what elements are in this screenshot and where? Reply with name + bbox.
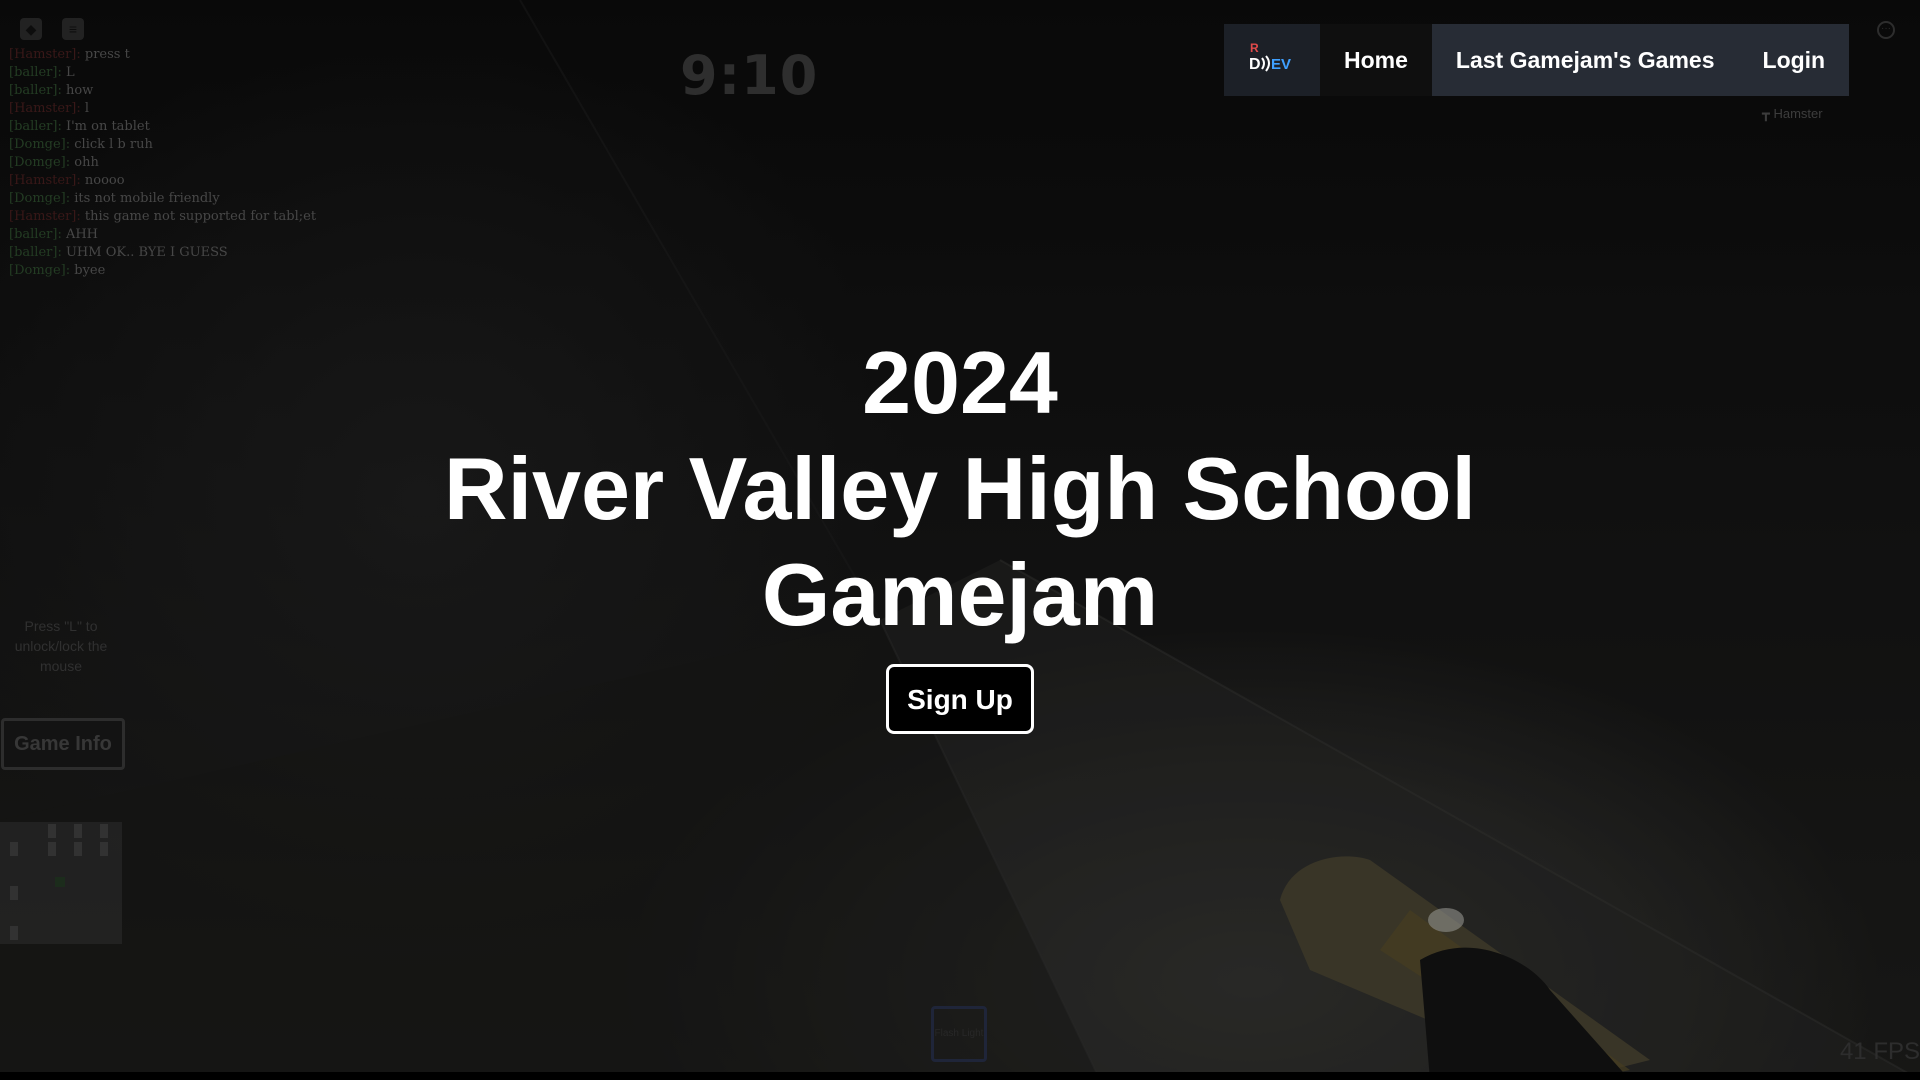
hero-title-line1: River Valley High School [444, 439, 1476, 538]
site-logo[interactable]: R D EV [1224, 24, 1320, 96]
rdev-logo-icon: R D EV [1249, 41, 1291, 73]
hero-title-line2: Gamejam [761, 545, 1159, 644]
sign-up-button[interactable]: Sign Up [886, 664, 1034, 734]
hero-section: 2024 River Valley High School Gamejam Si… [0, 330, 1920, 734]
svg-text:D: D [1249, 56, 1261, 73]
top-navigation: R D EV Home Last Gamejam's Games Login [1224, 24, 1850, 96]
hero-year: 2024 [862, 333, 1058, 432]
svg-text:EV: EV [1271, 56, 1291, 73]
svg-text:R: R [1250, 41, 1259, 55]
nav-home-link[interactable]: Home [1320, 24, 1432, 96]
page: ◆ ≡ [Hamster]: press t [baller]: L [baller… [0, 0, 1920, 1080]
nav-last-gamejam-games-link[interactable]: Last Gamejam's Games [1431, 24, 1739, 96]
nav-login-link[interactable]: Login [1738, 24, 1850, 96]
